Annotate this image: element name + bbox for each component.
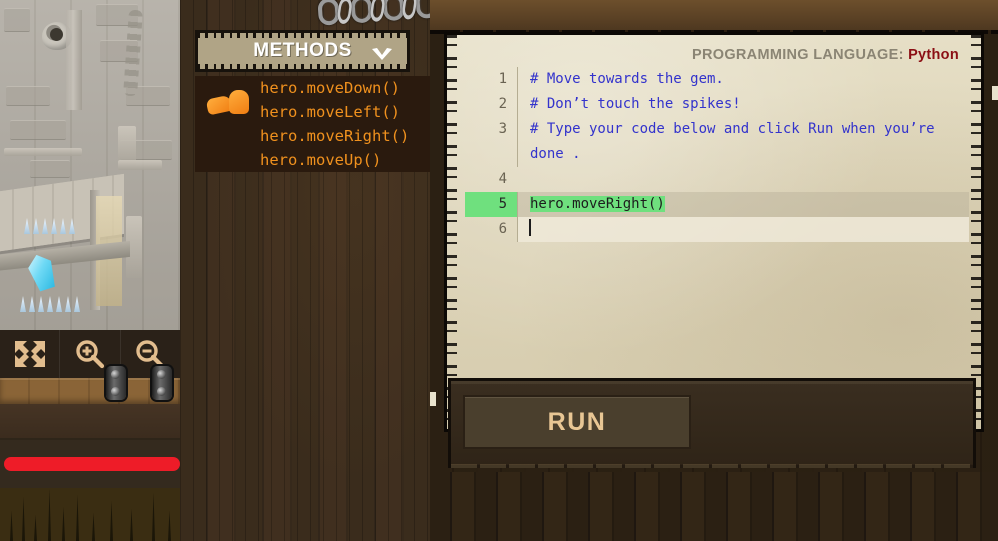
top-plank-decoration	[430, 0, 998, 34]
programming-language-value: Python	[908, 47, 959, 63]
line-number: 4	[498, 171, 507, 187]
stone-pillar	[66, 10, 82, 110]
spike	[74, 296, 80, 312]
spike	[47, 296, 53, 312]
code-area[interactable]: 1 # Move towards the gem. 2 # Don’t touc…	[465, 67, 969, 242]
code-line-text[interactable]: # Don’t touch the spikes!	[517, 92, 969, 117]
fullscreen-button[interactable]	[0, 330, 61, 378]
boot-right	[229, 90, 249, 114]
game-view[interactable]	[0, 0, 180, 541]
wood-beam-shadow	[0, 404, 180, 438]
code-line-2[interactable]: 2 # Don’t touch the spikes!	[465, 92, 969, 117]
grass-blade	[10, 511, 13, 541]
grass-blade	[130, 509, 133, 541]
line-number: 3	[498, 121, 507, 137]
codecombat-app: METHODS hero.moveDown() hero.moveLeft() …	[0, 0, 998, 541]
code-line-text[interactable]	[517, 217, 969, 242]
hinge-decoration	[152, 366, 172, 400]
spike	[56, 296, 62, 312]
grass-floor	[0, 488, 180, 541]
spike	[65, 296, 71, 312]
method-item-move-right[interactable]: hero.moveRight()	[195, 124, 440, 148]
grass-blade	[48, 489, 51, 541]
stone-brick	[30, 160, 70, 178]
text-caret	[529, 219, 531, 236]
spike-row-top	[24, 218, 75, 234]
stone-brick	[4, 8, 30, 32]
spike	[38, 296, 44, 312]
grass-blade	[22, 497, 25, 541]
grass-blade	[34, 515, 37, 541]
health-bar-fill	[4, 457, 180, 471]
run-button-label: RUN	[547, 407, 607, 436]
bottom-planks-decoration	[430, 472, 998, 541]
grass-blade	[62, 507, 65, 541]
paper-torn-edge-left	[447, 35, 457, 429]
code-selection: hero.moveRight()	[530, 196, 665, 212]
stone-ledge	[118, 160, 162, 170]
chain-link	[349, 0, 373, 24]
spike-row-bottom	[20, 296, 80, 312]
game-hud-lower	[0, 330, 180, 541]
spike	[60, 218, 66, 234]
fullscreen-icon	[13, 339, 47, 369]
grass-blade	[168, 511, 171, 541]
code-line-text[interactable]: # Move towards the gem.	[517, 67, 969, 92]
line-number: 2	[498, 96, 507, 112]
zoom-in-icon	[74, 338, 106, 370]
code-editor-frame: PROGRAMMING LANGUAGE: Python 1 # Move to…	[444, 32, 984, 432]
health-bar-track	[0, 440, 180, 488]
hinge-decoration	[106, 366, 126, 400]
code-line-6[interactable]: 6	[465, 217, 969, 242]
methods-panel: METHODS hero.moveDown() hero.moveLeft() …	[180, 0, 451, 541]
code-line-text[interactable]: hero.moveRight()	[517, 192, 969, 217]
programming-language-label: PROGRAMMING LANGUAGE:	[692, 47, 904, 63]
spike	[33, 218, 39, 234]
run-bar: RUN	[448, 378, 976, 468]
line-number-with-run-arrow[interactable]: 5	[465, 192, 517, 217]
grass-blade	[92, 513, 95, 541]
methods-header-button[interactable]: METHODS	[195, 30, 410, 72]
code-line-1[interactable]: 1 # Move towards the gem.	[465, 67, 969, 92]
paper-torn-edge-right	[971, 35, 981, 429]
boots-icon	[205, 88, 253, 116]
spike	[20, 296, 26, 312]
spike	[24, 218, 30, 234]
methods-title: METHODS	[253, 40, 352, 61]
methods-list: hero.moveDown() hero.moveLeft() hero.mov…	[195, 76, 440, 172]
line-number: 1	[498, 71, 507, 87]
chain-link	[336, 0, 354, 25]
method-item-move-up[interactable]: hero.moveUp()	[195, 148, 440, 172]
code-editor-paper[interactable]: PROGRAMMING LANGUAGE: Python 1 # Move to…	[447, 35, 981, 429]
spike	[51, 218, 57, 234]
paper-sliver	[992, 86, 998, 100]
line-number: 6	[498, 221, 507, 237]
stone-brick	[10, 120, 66, 140]
code-line-5[interactable]: 5 hero.moveRight()	[465, 192, 969, 217]
spike	[42, 218, 48, 234]
spike	[69, 218, 75, 234]
editor-side-panel: PROGRAMMING LANGUAGE: Python 1 # Move to…	[430, 0, 998, 541]
grass-blade	[76, 495, 79, 541]
chain-link	[369, 0, 386, 23]
programming-language-indicator: PROGRAMMING LANGUAGE: Python	[692, 47, 959, 63]
stone-brick	[6, 86, 50, 106]
paper-sliver	[430, 392, 436, 406]
chevron-down-icon	[371, 45, 393, 65]
grass-blade	[152, 493, 155, 541]
grass-blade	[110, 501, 113, 541]
stone-ledge	[4, 148, 82, 156]
code-line-4[interactable]: 4	[465, 167, 969, 192]
code-line-3[interactable]: 3 # Type your code below and click Run w…	[465, 117, 969, 167]
code-line-text[interactable]: # Type your code below and click Run whe…	[517, 117, 969, 167]
run-button[interactable]: RUN	[463, 395, 691, 449]
spike	[29, 296, 35, 312]
